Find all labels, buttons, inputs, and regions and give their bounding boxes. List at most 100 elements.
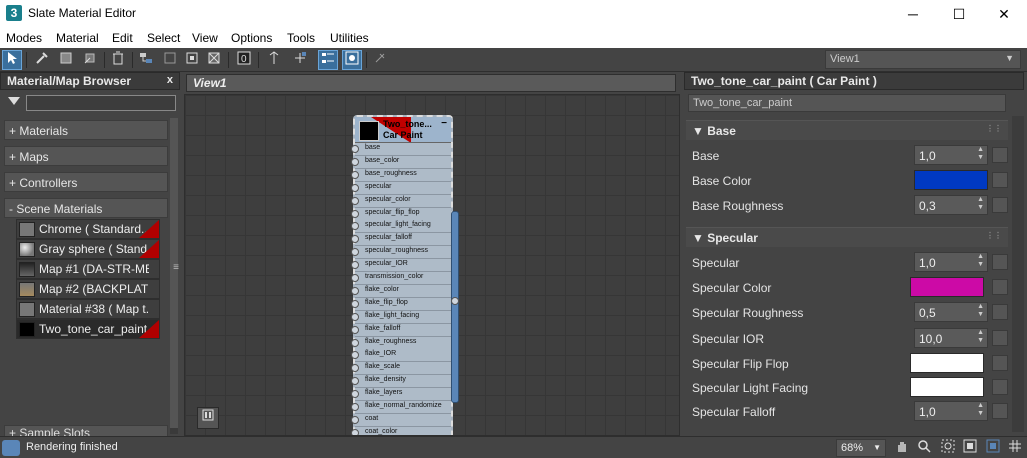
show-background-icon[interactable] <box>264 50 284 70</box>
input-socket[interactable] <box>351 312 359 321</box>
node-slot[interactable]: flake_roughness <box>351 336 451 350</box>
node-slot[interactable]: base_roughness <box>351 168 451 182</box>
input-socket[interactable] <box>351 209 359 218</box>
panel-splitter[interactable]: ≡ <box>172 262 180 276</box>
node-slot[interactable]: flake_color <box>351 284 451 298</box>
node-slot[interactable]: flake_falloff <box>351 323 451 337</box>
input-socket[interactable] <box>351 377 359 386</box>
pick-material-icon[interactable] <box>56 50 76 70</box>
node-slot[interactable]: specular_flip_flop <box>351 207 451 221</box>
close-button[interactable]: ✕ <box>981 0 1027 28</box>
list-item-material-38[interactable]: Material #38 ( Map t... <box>16 299 160 319</box>
menu-material[interactable]: Material <box>56 31 99 45</box>
list-item-gray-sphere[interactable]: Gray sphere ( Stand... <box>16 239 160 259</box>
list-item-two-tone-car-paint[interactable]: Two_tone_car_paint... <box>16 319 160 339</box>
node-slot[interactable]: flake_IOR <box>351 349 451 363</box>
move-children-icon[interactable] <box>136 50 156 70</box>
node-minimize-icon[interactable]: − <box>441 118 447 129</box>
map-button[interactable] <box>992 403 1008 419</box>
maximize-button[interactable]: ☐ <box>936 0 982 28</box>
spinner-arrows-icon[interactable]: ▲ ▼ <box>977 253 984 269</box>
map-button[interactable] <box>992 172 1008 188</box>
input-socket[interactable] <box>351 157 359 166</box>
node-header[interactable]: Two_tone... Car Paint − <box>355 117 451 143</box>
specular-light-facing-swatch[interactable] <box>910 377 984 397</box>
input-socket[interactable] <box>351 338 359 347</box>
delete-icon[interactable] <box>108 50 128 70</box>
input-socket[interactable] <box>351 170 359 179</box>
spinner-arrows-icon[interactable]: ▲ ▼ <box>977 146 984 162</box>
spinner-arrows-icon[interactable]: ▲ ▼ <box>977 402 984 418</box>
input-socket[interactable] <box>351 196 359 205</box>
material-name-field[interactable]: Two_tone_car_paint <box>688 94 1006 112</box>
node-slot[interactable]: flake_scale <box>351 362 451 376</box>
zoom-region-icon[interactable] <box>938 439 958 457</box>
node-slot[interactable]: flake_flip_flop <box>351 297 451 311</box>
node-slot[interactable]: coat <box>351 413 451 427</box>
snap-icon[interactable] <box>318 50 338 70</box>
input-socket[interactable] <box>351 403 359 411</box>
spinner-arrows-icon[interactable]: ▲ ▼ <box>977 329 984 345</box>
grid-icon[interactable] <box>1005 439 1025 457</box>
map-button[interactable] <box>992 330 1008 346</box>
search-input[interactable] <box>26 95 176 111</box>
show-map-icon[interactable]: 0 <box>234 50 254 70</box>
zoom-extents-selected-icon[interactable] <box>983 439 1003 457</box>
specular-color-swatch[interactable] <box>910 277 984 297</box>
node-output-socket[interactable] <box>451 297 459 305</box>
node-slot[interactable]: specular_IOR <box>351 259 451 273</box>
assign-material-icon[interactable] <box>80 50 100 70</box>
specular-spinner[interactable]: 1,0 ▲ ▼ <box>914 252 988 272</box>
node-slot[interactable]: specular_color <box>351 194 451 208</box>
specular-flip-flop-swatch[interactable] <box>910 353 984 373</box>
pan-hand-icon[interactable] <box>892 439 912 457</box>
node-slot[interactable]: base <box>351 143 451 156</box>
input-socket[interactable] <box>351 274 359 282</box>
specular-ior-spinner[interactable]: 10,0 ▲ ▼ <box>914 328 988 348</box>
menu-modes[interactable]: Modes <box>6 31 42 45</box>
view-select[interactable]: View1 ▼ <box>825 50 1021 69</box>
zoom-icon[interactable] <box>914 439 934 457</box>
list-item-chrome[interactable]: Chrome ( Standard... <box>16 219 160 239</box>
select-arrow-icon[interactable] <box>2 50 22 70</box>
input-socket[interactable] <box>351 428 359 435</box>
base-roughness-spinner[interactable]: 0,3 ▲ ▼ <box>914 195 988 215</box>
browser-close-icon[interactable]: x <box>167 74 173 86</box>
spinner-arrows-icon[interactable]: ▲ ▼ <box>977 303 984 319</box>
rollout-specular[interactable]: ▼ Specular ⋮⋮ <box>686 227 1008 247</box>
node-slot[interactable]: base_color <box>351 155 451 169</box>
node-slot[interactable]: transmission_color <box>351 272 451 285</box>
map-button[interactable] <box>992 147 1008 163</box>
input-socket[interactable] <box>351 235 359 244</box>
input-socket[interactable] <box>351 222 359 231</box>
menu-tools[interactable]: Tools <box>287 31 315 45</box>
menu-select[interactable]: Select <box>147 31 180 45</box>
node-canvas[interactable]: Two_tone... Car Paint − base base_color ba… <box>184 94 680 436</box>
input-socket[interactable] <box>351 364 359 373</box>
map-button[interactable] <box>992 279 1008 295</box>
map-button[interactable] <box>992 379 1008 395</box>
node-slot[interactable]: specular_falloff <box>351 233 451 247</box>
map-button[interactable] <box>992 197 1008 213</box>
input-socket[interactable] <box>351 351 359 360</box>
navigate-icon[interactable] <box>290 50 310 70</box>
node-slot[interactable]: flake_light_facing <box>351 310 451 324</box>
rollout-scene-materials[interactable]: - Scene Materials <box>4 198 168 218</box>
base-color-swatch[interactable] <box>914 170 988 190</box>
layout-all-icon[interactable] <box>182 50 202 70</box>
input-socket[interactable] <box>351 183 359 192</box>
input-socket[interactable] <box>351 325 359 334</box>
input-socket[interactable] <box>351 261 359 270</box>
node-layout-icon[interactable] <box>342 50 362 70</box>
navigate-hand-icon[interactable] <box>197 407 219 429</box>
browser-scrollbar[interactable] <box>170 118 178 434</box>
specular-roughness-spinner[interactable]: 0,5 ▲ ▼ <box>914 302 988 322</box>
input-socket[interactable] <box>351 415 359 424</box>
list-item-map-1[interactable]: Map #1 (DA-STR-MB... <box>16 259 160 279</box>
spinner-arrows-icon[interactable]: ▲ ▼ <box>977 196 984 212</box>
rollout-controllers[interactable]: + Controllers <box>4 172 168 192</box>
list-item-map-2[interactable]: Map #2 (BACKPLATE... <box>16 279 160 299</box>
base-spinner[interactable]: 1,0 ▲ ▼ <box>914 145 988 165</box>
minimize-button[interactable]: ─ <box>890 0 936 28</box>
input-socket[interactable] <box>351 145 359 153</box>
